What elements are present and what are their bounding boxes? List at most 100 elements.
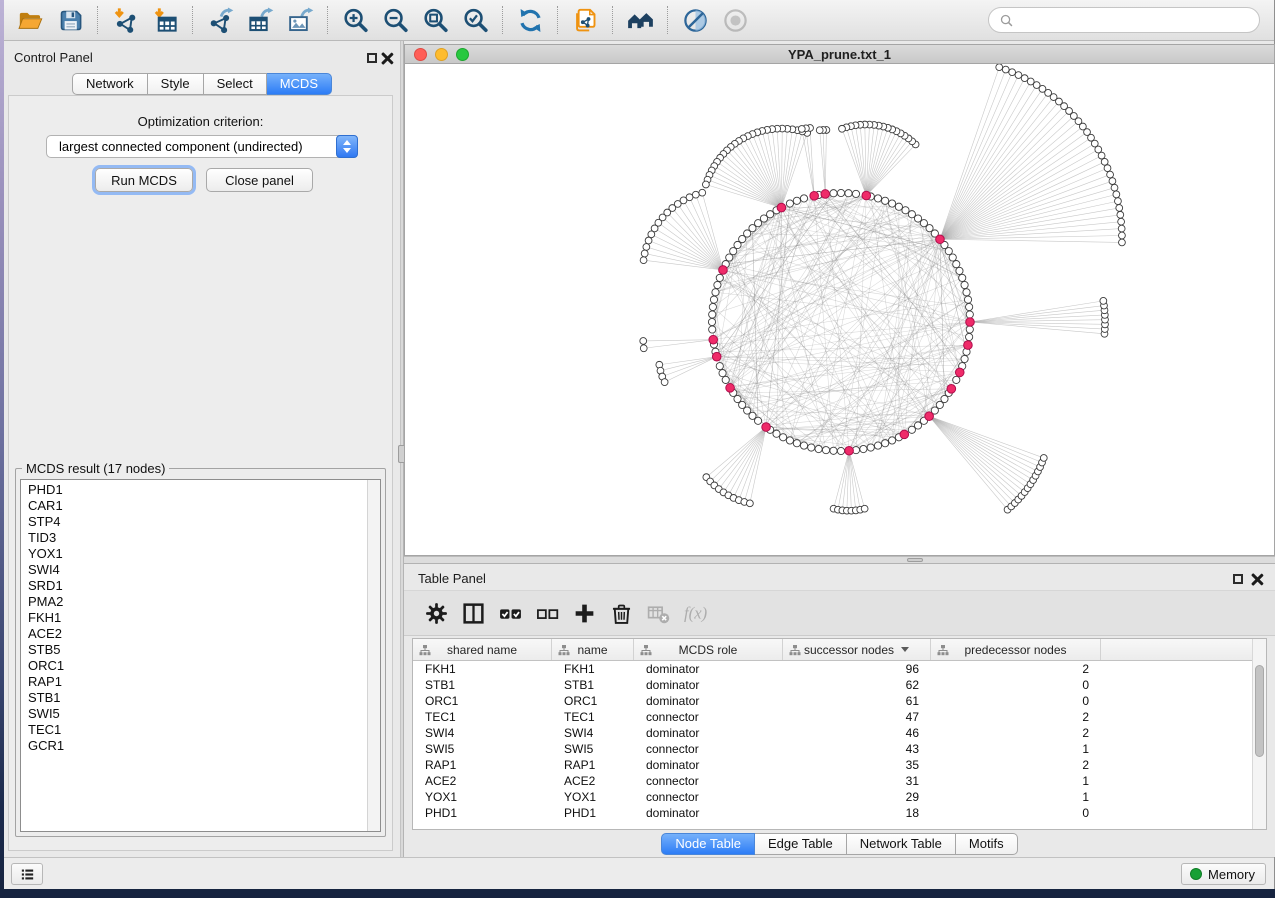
cell[interactable]: dominator bbox=[634, 757, 783, 773]
tab-mcds[interactable]: MCDS bbox=[267, 73, 332, 95]
cell[interactable]: 46 bbox=[783, 725, 931, 741]
mcds-result-item[interactable]: PMA2 bbox=[21, 594, 366, 610]
cell[interactable]: connector bbox=[634, 789, 783, 805]
column-header-mcds-role[interactable]: MCDS role bbox=[634, 639, 783, 660]
cell[interactable]: YOX1 bbox=[413, 789, 552, 805]
cell[interactable]: 1 bbox=[931, 741, 1101, 757]
cell[interactable]: connector bbox=[634, 709, 783, 725]
hide-selected-button[interactable] bbox=[675, 2, 715, 38]
cell[interactable]: 47 bbox=[783, 709, 931, 725]
new-network-from-selection-button[interactable] bbox=[565, 2, 605, 38]
zoom-out-button[interactable] bbox=[375, 2, 415, 38]
column-header-shared-name[interactable]: shared name bbox=[413, 639, 552, 660]
cell[interactable]: STB1 bbox=[413, 677, 552, 693]
cell[interactable]: ACE2 bbox=[413, 773, 552, 789]
cell[interactable]: SWI4 bbox=[413, 725, 552, 741]
delete-columns-button[interactable] bbox=[603, 594, 640, 632]
mcds-result-item[interactable]: TEC1 bbox=[21, 722, 366, 738]
table-row[interactable]: SWI5SWI5connector431 bbox=[413, 741, 1252, 757]
cell[interactable]: connector bbox=[634, 741, 783, 757]
first-neighbors-button[interactable] bbox=[620, 2, 660, 38]
cell[interactable]: SWI4 bbox=[552, 725, 634, 741]
tab-select[interactable]: Select bbox=[204, 73, 267, 95]
cell[interactable]: FKH1 bbox=[552, 661, 634, 677]
mcds-list-scrollbar[interactable] bbox=[367, 480, 380, 831]
export-network-button[interactable] bbox=[200, 2, 240, 38]
cell[interactable]: 31 bbox=[783, 773, 931, 789]
cell[interactable]: 1 bbox=[931, 789, 1101, 805]
table-row[interactable]: FKH1FKH1dominator962 bbox=[413, 661, 1252, 677]
cell[interactable]: 29 bbox=[783, 789, 931, 805]
cell[interactable]: 96 bbox=[783, 661, 931, 677]
mcds-result-item[interactable]: CAR1 bbox=[21, 498, 366, 514]
network-window-titlebar[interactable]: YPA_prune.txt_1 bbox=[404, 44, 1275, 64]
mcds-result-item[interactable]: STB5 bbox=[21, 642, 366, 658]
table-row[interactable]: PHD1PHD1dominator180 bbox=[413, 805, 1252, 821]
cell[interactable]: dominator bbox=[634, 805, 783, 821]
cell[interactable]: 2 bbox=[931, 757, 1101, 773]
cell[interactable]: ORC1 bbox=[413, 693, 552, 709]
cell[interactable]: PHD1 bbox=[552, 805, 634, 821]
minimize-window-icon[interactable] bbox=[435, 48, 448, 61]
network-graph[interactable] bbox=[405, 64, 1274, 554]
table-row[interactable]: ACE2ACE2connector311 bbox=[413, 773, 1252, 789]
mcds-result-item[interactable]: FKH1 bbox=[21, 610, 366, 626]
zoom-in-button[interactable] bbox=[335, 2, 375, 38]
mcds-result-item[interactable]: STP4 bbox=[21, 514, 366, 530]
mcds-result-item[interactable]: YOX1 bbox=[21, 546, 366, 562]
cell[interactable]: 1 bbox=[931, 773, 1101, 789]
scrollbar-thumb[interactable] bbox=[1255, 665, 1264, 757]
table-mode-button[interactable] bbox=[418, 594, 455, 632]
table-row[interactable]: TEC1TEC1connector472 bbox=[413, 709, 1252, 725]
zoom-selected-button[interactable] bbox=[455, 2, 495, 38]
show-all-button[interactable] bbox=[715, 2, 755, 38]
cell[interactable]: RAP1 bbox=[552, 757, 634, 773]
function-builder-button[interactable] bbox=[677, 594, 714, 632]
save-button[interactable] bbox=[50, 2, 90, 38]
cell[interactable]: connector bbox=[634, 773, 783, 789]
search-box[interactable] bbox=[988, 7, 1260, 33]
mcds-result-item[interactable]: ORC1 bbox=[21, 658, 366, 674]
tab-node-table[interactable]: Node Table bbox=[661, 833, 755, 855]
column-header-name[interactable]: name bbox=[552, 639, 634, 660]
cell[interactable]: SWI5 bbox=[413, 741, 552, 757]
cell[interactable]: 43 bbox=[783, 741, 931, 757]
import-network-button[interactable] bbox=[105, 2, 145, 38]
cell[interactable]: 0 bbox=[931, 805, 1101, 821]
cell[interactable]: YOX1 bbox=[552, 789, 634, 805]
cell[interactable]: PHD1 bbox=[413, 805, 552, 821]
task-history-button[interactable] bbox=[11, 863, 43, 885]
mcds-result-list[interactable]: PHD1CAR1STP4TID3YOX1SWI4SRD1PMA2FKH1ACE2… bbox=[20, 479, 381, 832]
cell[interactable]: 2 bbox=[931, 725, 1101, 741]
cell[interactable]: 0 bbox=[931, 693, 1101, 709]
cell[interactable]: dominator bbox=[634, 693, 783, 709]
maximize-window-icon[interactable] bbox=[456, 48, 469, 61]
column-header-successor-nodes[interactable]: successor nodes bbox=[783, 639, 931, 660]
split-handle-icon[interactable] bbox=[907, 558, 923, 562]
show-columns-button[interactable] bbox=[455, 594, 492, 632]
mcds-result-item[interactable]: STB1 bbox=[21, 690, 366, 706]
export-image-button[interactable] bbox=[280, 2, 320, 38]
new-column-button[interactable] bbox=[566, 594, 603, 632]
close-panel-icon[interactable] bbox=[380, 52, 393, 65]
cell[interactable]: 62 bbox=[783, 677, 931, 693]
refresh-button[interactable] bbox=[510, 2, 550, 38]
search-input[interactable] bbox=[1020, 13, 1249, 28]
deselect-all-button[interactable] bbox=[529, 594, 566, 632]
tab-edge-table[interactable]: Edge Table bbox=[755, 833, 847, 855]
cell[interactable]: TEC1 bbox=[552, 709, 634, 725]
cell[interactable]: 0 bbox=[931, 677, 1101, 693]
table-row[interactable]: SWI4SWI4dominator462 bbox=[413, 725, 1252, 741]
close-window-icon[interactable] bbox=[414, 48, 427, 61]
cell[interactable]: dominator bbox=[634, 661, 783, 677]
mcds-result-item[interactable]: SWI5 bbox=[21, 706, 366, 722]
table-row[interactable]: STB1STB1dominator620 bbox=[413, 677, 1252, 693]
mcds-result-item[interactable]: ACE2 bbox=[21, 626, 366, 642]
run-mcds-button[interactable]: Run MCDS bbox=[95, 168, 193, 192]
cell[interactable]: dominator bbox=[634, 725, 783, 741]
cell[interactable]: ORC1 bbox=[552, 693, 634, 709]
cell[interactable]: dominator bbox=[634, 677, 783, 693]
cell[interactable]: STB1 bbox=[552, 677, 634, 693]
float-panel-icon[interactable] bbox=[1233, 574, 1243, 584]
tab-network[interactable]: Network bbox=[72, 73, 148, 95]
